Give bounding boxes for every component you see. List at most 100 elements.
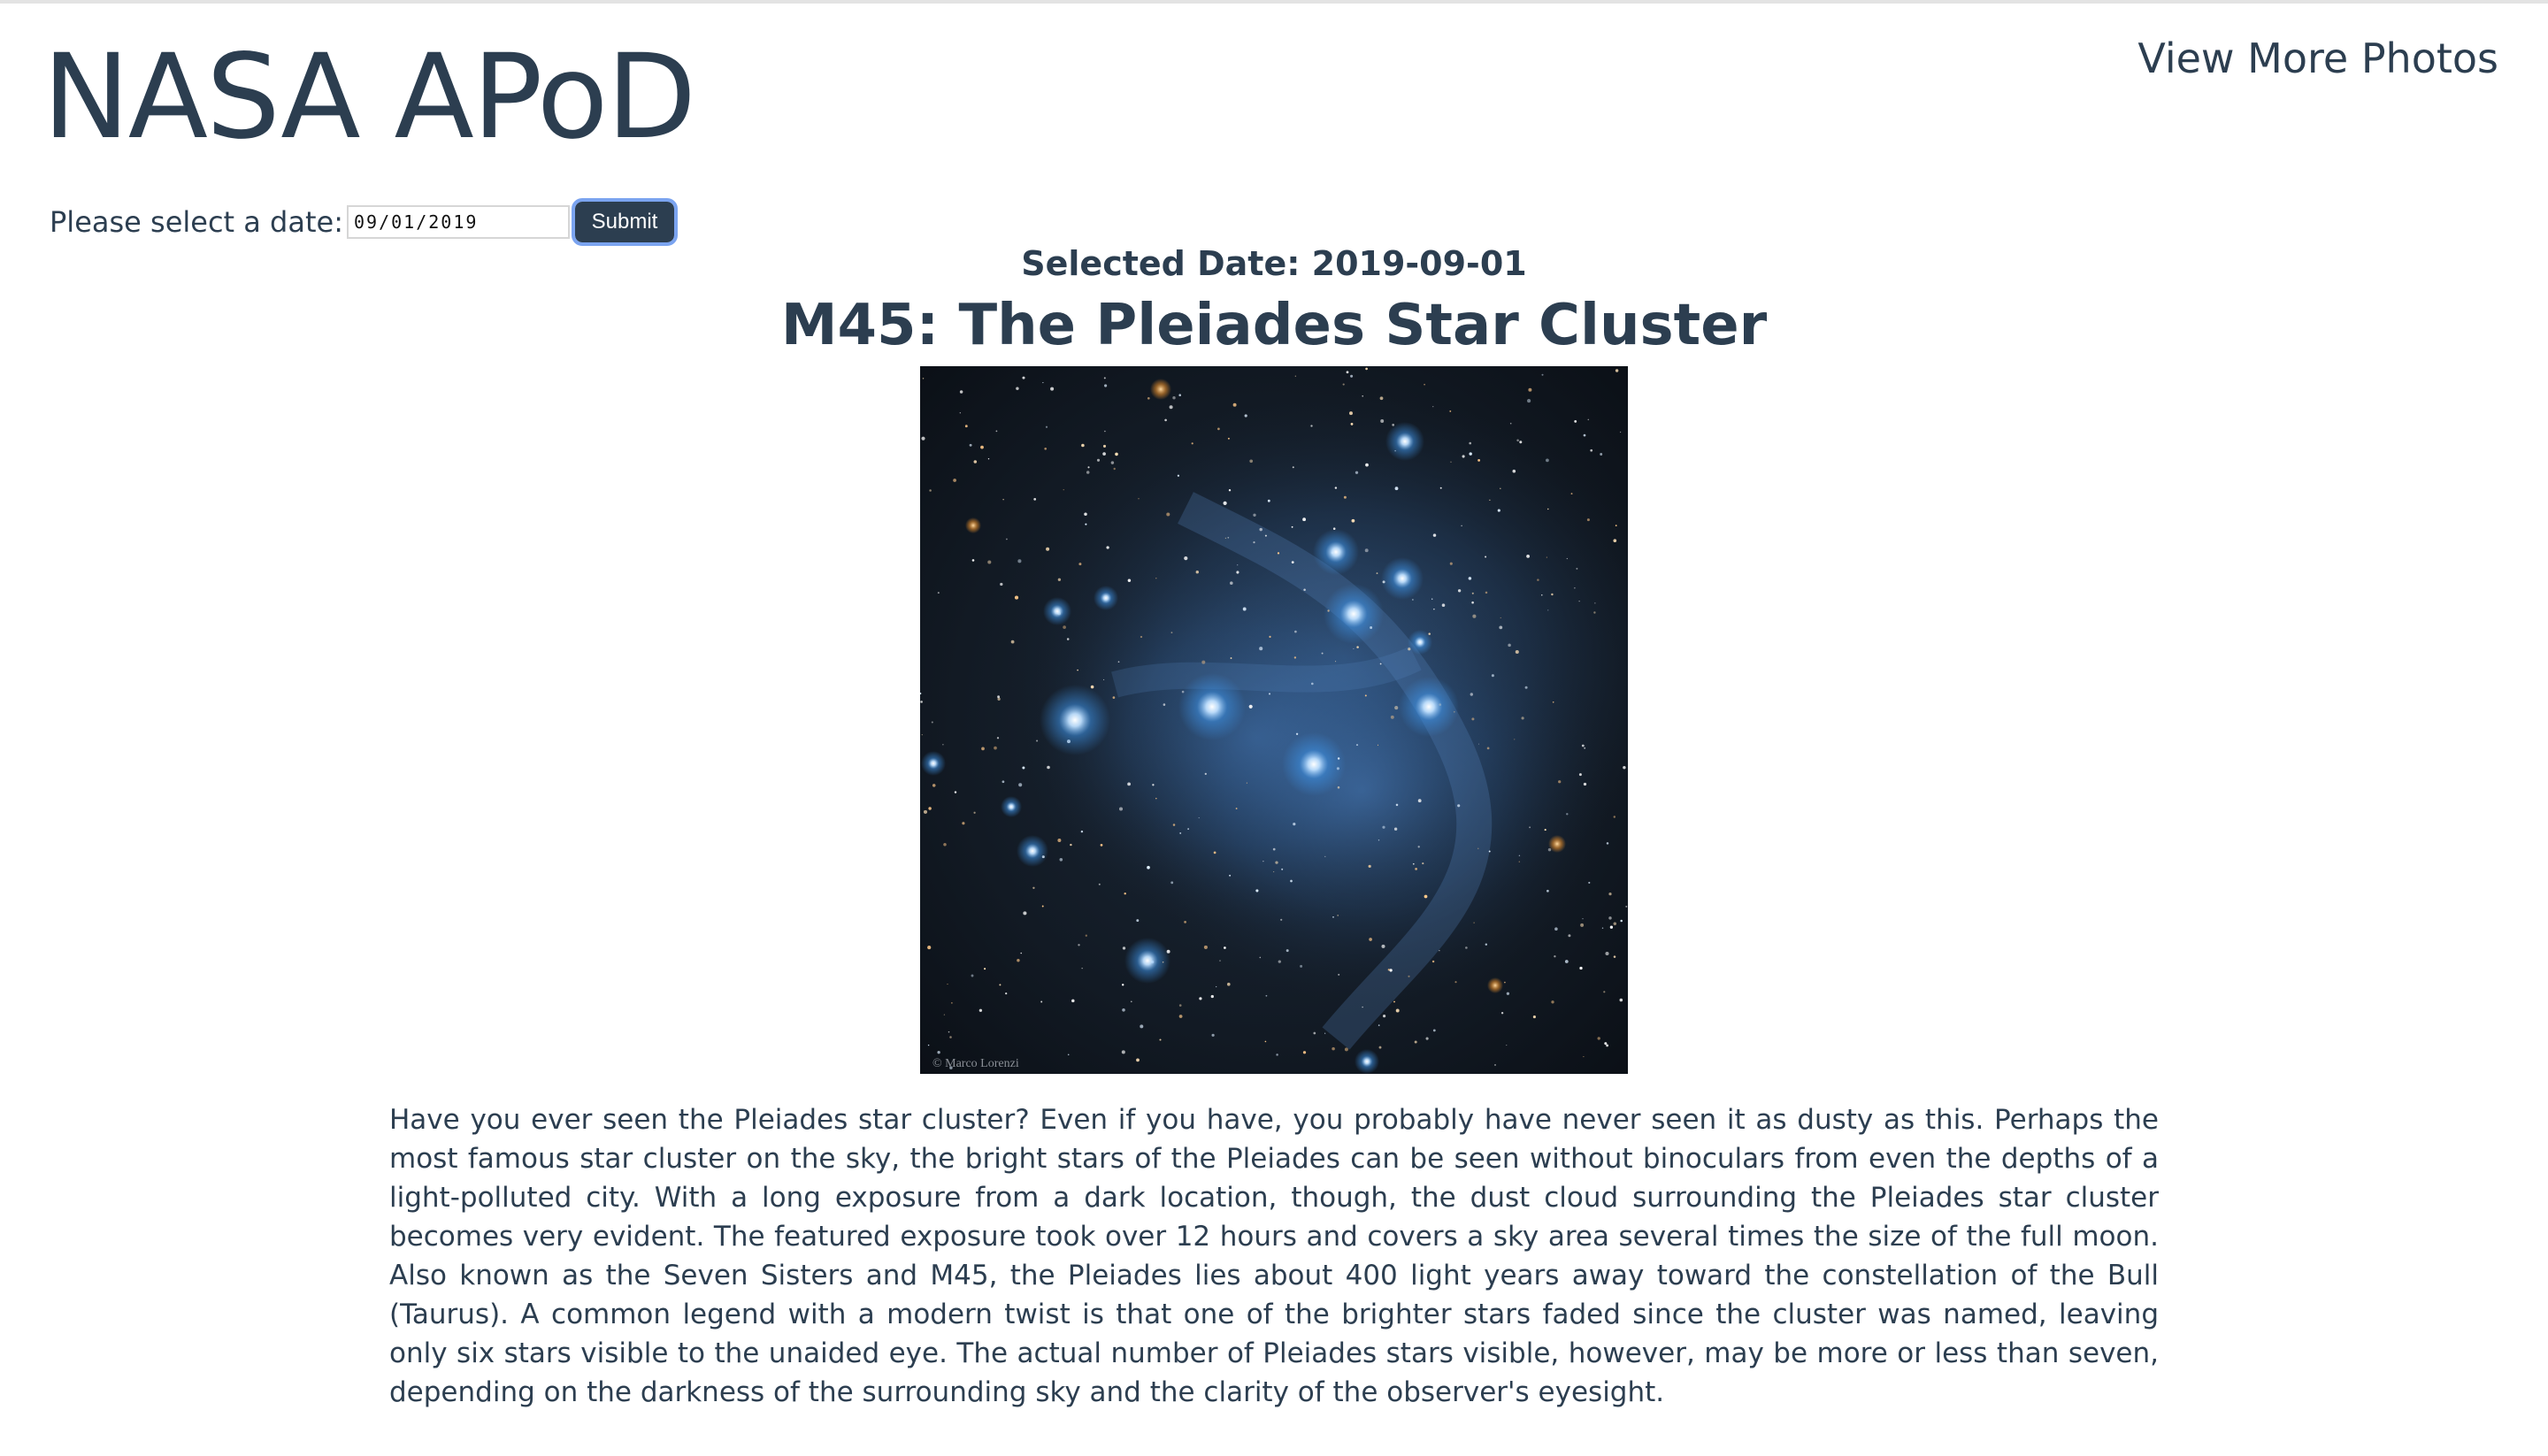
background-star: [1362, 1006, 1363, 1008]
background-star: [1115, 452, 1118, 456]
background-star: [1494, 1063, 1496, 1066]
background-star: [1244, 414, 1247, 418]
background-star: [1606, 1044, 1609, 1047]
background-star: [987, 560, 992, 564]
background-star: [1140, 635, 1143, 639]
background-star: [1303, 588, 1306, 591]
background-star: [1178, 394, 1181, 396]
background-star: [1081, 968, 1083, 969]
background-star: [1016, 387, 1019, 390]
background-star: [1230, 657, 1232, 659]
background-star: [1578, 601, 1580, 602]
background-star: [1293, 823, 1296, 826]
background-star: [1468, 577, 1472, 580]
background-star: [1568, 934, 1571, 938]
background-star: [1605, 951, 1609, 956]
background-star: [1424, 894, 1428, 899]
background-star: [971, 974, 974, 977]
background-star: [1393, 1000, 1395, 1003]
background-star: [1179, 831, 1182, 834]
background-star: [1414, 1040, 1417, 1044]
background-star: [1465, 946, 1468, 949]
background-star: [1450, 461, 1452, 463]
view-more-photos-link[interactable]: View More Photos: [2137, 30, 2498, 87]
background-star: [1390, 715, 1394, 719]
background-star: [1050, 387, 1055, 391]
background-star: [1014, 595, 1019, 600]
background-star: [1293, 656, 1297, 659]
background-star: [1103, 377, 1106, 379]
date-input[interactable]: [346, 205, 570, 239]
background-star: [927, 946, 932, 950]
background-star: [1169, 405, 1173, 410]
background-star: [1040, 1000, 1043, 1003]
background-star: [1379, 663, 1382, 665]
background-star: [1184, 921, 1186, 923]
background-star: [937, 1051, 940, 1054]
background-star: [1002, 780, 1005, 784]
background-star: [947, 984, 948, 985]
background-star: [1155, 797, 1157, 800]
background-star: [1623, 766, 1626, 770]
background-star: [997, 697, 1001, 701]
background-star: [1242, 607, 1247, 611]
background-star: [1127, 782, 1132, 786]
background-star: [1184, 556, 1188, 561]
background-star: [1130, 1000, 1132, 1003]
background-star: [1104, 384, 1108, 387]
background-star: [1574, 587, 1576, 589]
background-star: [1457, 589, 1462, 593]
background-star: [1017, 559, 1022, 563]
background-star: [1000, 582, 1003, 586]
background-star: [1504, 981, 1506, 984]
background-star: [1224, 537, 1227, 540]
background-star: [1277, 552, 1280, 555]
background-star: [1579, 966, 1583, 970]
background-star: [1471, 717, 1475, 721]
background-star: [1085, 934, 1087, 937]
background-star: [1350, 374, 1354, 378]
background-star: [932, 784, 936, 787]
background-star: [984, 968, 986, 970]
background-star: [923, 809, 928, 814]
background-star: [1546, 556, 1547, 558]
background-star: [1393, 827, 1398, 831]
background-star: [1343, 495, 1347, 499]
background-star: [1597, 1037, 1600, 1040]
background-star: [1057, 839, 1062, 842]
image-credit: © Marco Lorenzi: [932, 1057, 1019, 1070]
background-star: [921, 733, 923, 736]
background-star: [1470, 693, 1473, 696]
background-star: [1152, 784, 1155, 786]
background-star: [1210, 994, 1214, 999]
background-star: [1098, 883, 1101, 885]
background-star: [1121, 984, 1124, 986]
background-star: [969, 443, 972, 447]
background-star: [1280, 918, 1283, 921]
background-star: [922, 378, 925, 379]
background-star: [1477, 458, 1481, 462]
background-star: [1380, 419, 1385, 423]
background-star: [1344, 1047, 1348, 1052]
background-star: [1529, 826, 1531, 829]
background-star: [1593, 611, 1596, 614]
background-star: [1546, 458, 1549, 463]
submit-button[interactable]: Submit: [571, 198, 678, 246]
background-star: [1551, 1000, 1554, 1004]
background-star: [1113, 467, 1116, 471]
background-star: [1268, 693, 1271, 695]
background-star: [948, 1031, 950, 1033]
background-star: [937, 592, 940, 594]
background-star: [1554, 955, 1556, 958]
background-star: [1302, 517, 1307, 522]
background-star: [1237, 564, 1239, 566]
background-star: [1613, 955, 1616, 958]
background-star: [1454, 981, 1457, 984]
background-star: [1541, 594, 1543, 596]
background-star: [1601, 927, 1604, 929]
background-star: [1259, 527, 1262, 532]
background-star: [1295, 732, 1299, 735]
background-star: [1255, 889, 1259, 893]
background-star: [1364, 694, 1367, 697]
background-star: [1506, 1045, 1508, 1046]
